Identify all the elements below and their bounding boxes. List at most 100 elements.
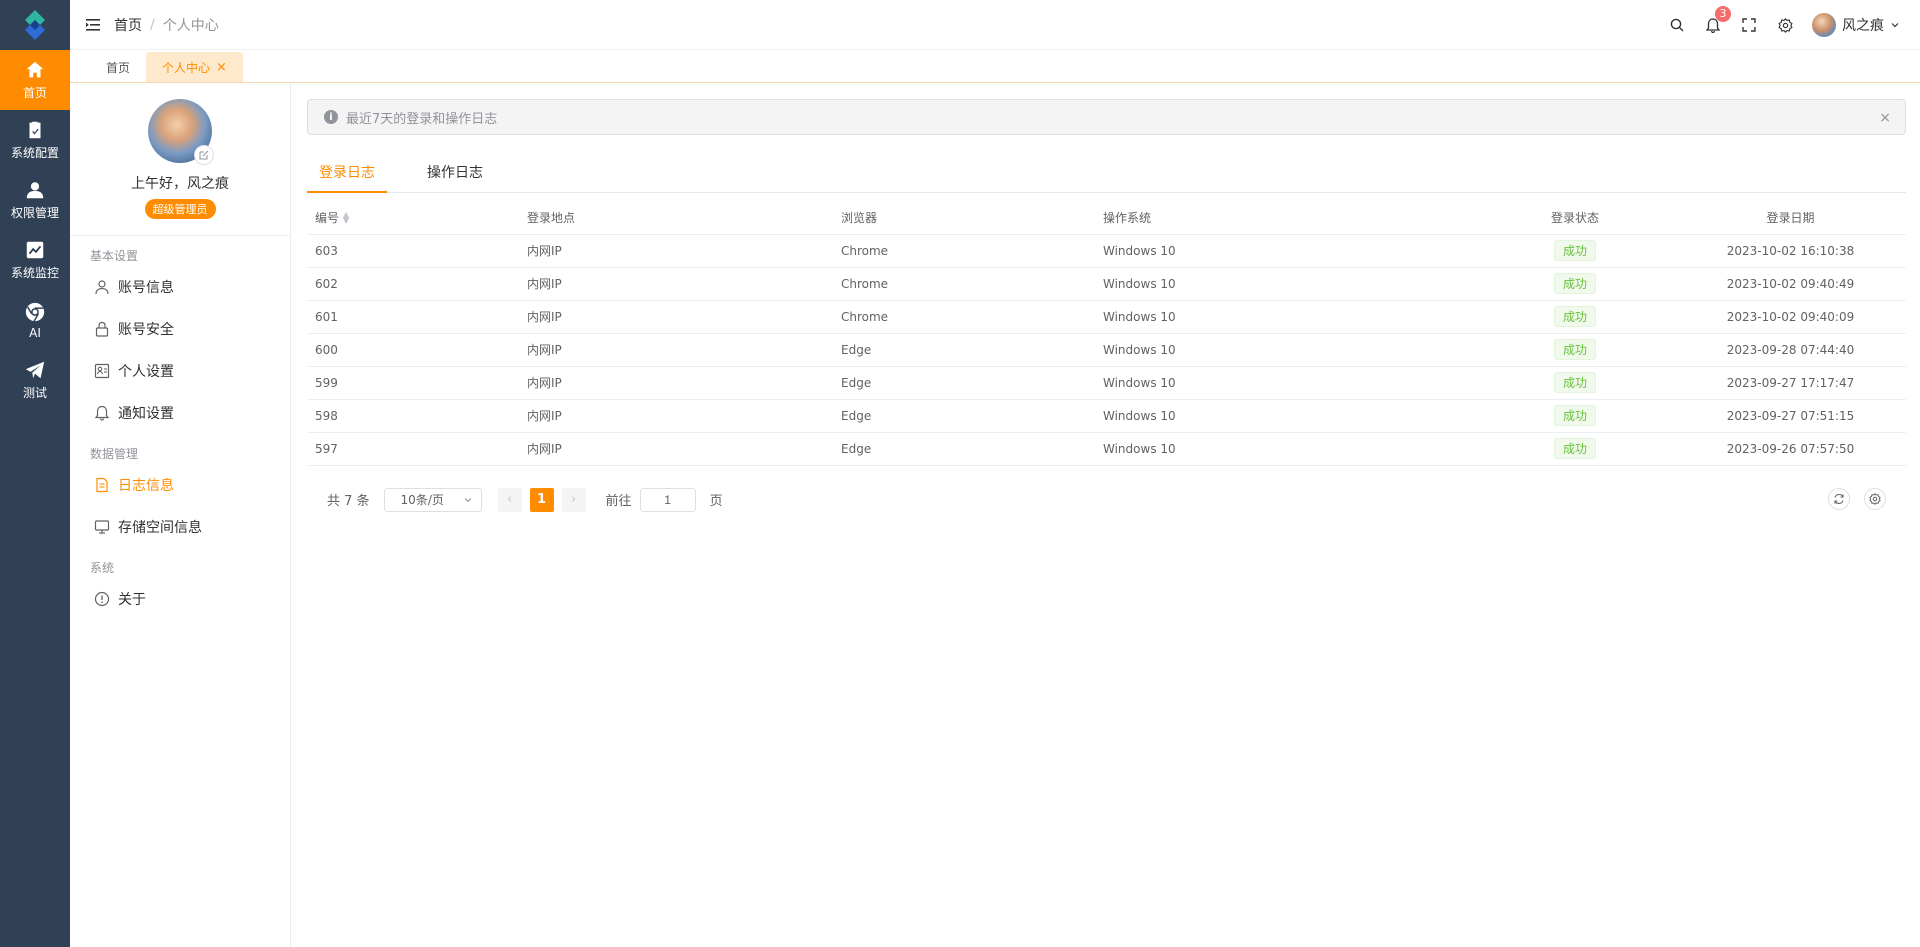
column-header-id[interactable]: 编号 ▲ ▼ xyxy=(307,201,519,235)
nav-item-label: 系统监控 xyxy=(10,266,59,280)
column-header-date: 登录日期 xyxy=(1675,201,1906,235)
page-unit-label: 页 xyxy=(709,494,723,509)
edit-icon xyxy=(199,150,209,160)
menu-fold-icon xyxy=(86,18,100,31)
table-row: 597 内网IP Edge Windows 10 成功 2023-09-26 0… xyxy=(307,432,1906,466)
prev-page-button[interactable]: ‹ xyxy=(497,487,522,512)
notification-button[interactable]: 3 xyxy=(1704,6,1731,34)
page-size-select[interactable]: 10条/页 xyxy=(383,487,482,512)
cell-browser: Edge xyxy=(833,399,1095,433)
sort-icon[interactable]: ▲ ▼ xyxy=(343,211,349,225)
group-system: 系统 xyxy=(90,561,115,575)
nav-item-permission[interactable]: 权限管理 xyxy=(0,170,70,230)
cell-browser: Chrome xyxy=(833,300,1095,334)
menu-label: 日志信息 xyxy=(118,478,174,494)
breadcrumb-separator: / xyxy=(150,16,155,33)
app-logo[interactable] xyxy=(0,0,70,50)
table-row: 600 内网IP Edge Windows 10 成功 2023-09-28 0… xyxy=(307,333,1906,367)
user-menu[interactable]: 风之痕 xyxy=(1812,13,1900,37)
gear-icon xyxy=(1777,17,1793,33)
nav-item-ai[interactable]: AI xyxy=(0,290,70,350)
menu-label: 账号信息 xyxy=(118,280,174,296)
clipboard-icon xyxy=(29,121,41,139)
next-page-button[interactable]: › xyxy=(561,487,586,512)
cell-location: 内网IP xyxy=(519,333,833,367)
cell-id: 597 xyxy=(307,432,519,466)
chevron-right-icon: › xyxy=(570,492,577,507)
nav-item-test[interactable]: 测试 xyxy=(0,350,70,410)
status-badge: 成功 xyxy=(1553,273,1596,294)
fullscreen-icon xyxy=(1742,18,1756,32)
page-number-button[interactable]: 1 xyxy=(529,487,554,512)
info-icon: i xyxy=(324,110,338,124)
tab-operation-log[interactable]: 操作日志 xyxy=(415,153,495,193)
menu-account-info[interactable]: 账号信息 xyxy=(70,266,290,308)
cell-os: Windows 10 xyxy=(1095,333,1475,367)
cell-location: 内网IP xyxy=(519,234,833,268)
menu-storage-info[interactable]: 存储空间信息 xyxy=(70,506,290,548)
cell-os: Windows 10 xyxy=(1095,432,1475,466)
tag-home[interactable]: 首页 xyxy=(90,52,146,82)
send-icon xyxy=(25,361,45,379)
gear-icon xyxy=(1869,492,1881,505)
refresh-button[interactable] xyxy=(1828,487,1850,510)
alert-close-icon[interactable]: × xyxy=(1879,110,1891,126)
edit-avatar-button[interactable] xyxy=(194,145,214,165)
cell-location: 内网IP xyxy=(519,399,833,433)
cell-id: 598 xyxy=(307,399,519,433)
search-button[interactable] xyxy=(1668,16,1686,34)
cell-id: 600 xyxy=(307,333,519,367)
menu-log-info[interactable]: 日志信息 xyxy=(70,464,290,506)
table-tools xyxy=(1828,487,1886,510)
goto-page-input[interactable] xyxy=(639,487,696,512)
nav-item-label: AI xyxy=(29,325,41,340)
tag-close-icon[interactable]: × xyxy=(216,60,227,75)
status-badge: 成功 xyxy=(1553,240,1596,261)
user-icon xyxy=(95,280,109,295)
cell-date: 2023-09-28 07:44:40 xyxy=(1675,333,1906,367)
settings-button[interactable] xyxy=(1776,16,1794,34)
table-row: 599 内网IP Edge Windows 10 成功 2023-09-27 1… xyxy=(307,366,1906,400)
nav-item-label: 权限管理 xyxy=(10,206,59,220)
table-row: 603 内网IP Chrome Windows 10 成功 2023-10-02… xyxy=(307,234,1906,268)
menu-label: 通知设置 xyxy=(118,406,174,422)
breadcrumb-home[interactable]: 首页 xyxy=(114,15,142,35)
cell-browser: Edge xyxy=(833,366,1095,400)
menu-personal-settings[interactable]: 个人设置 xyxy=(70,350,290,392)
cell-date: 2023-09-26 07:57:50 xyxy=(1675,432,1906,466)
chevron-left-icon: ‹ xyxy=(506,492,513,507)
info-circle-icon xyxy=(94,591,110,607)
cell-id: 601 xyxy=(307,300,519,334)
table-settings-button[interactable] xyxy=(1864,487,1886,510)
page-size-value: 10条/页 xyxy=(400,493,444,507)
cell-browser: Chrome xyxy=(833,234,1095,268)
cell-date: 2023-10-02 09:40:09 xyxy=(1675,300,1906,334)
profile-panel: 上午好，风之痕 超级管理员 基本设置 账号信息 账号安全 个人设置 通知设置 数… xyxy=(70,83,291,947)
menu-about[interactable]: 关于 xyxy=(70,578,290,620)
status-badge: 成功 xyxy=(1553,306,1596,327)
cell-browser: Edge xyxy=(833,333,1095,367)
fullscreen-button[interactable] xyxy=(1740,16,1758,34)
status-badge: 成功 xyxy=(1553,339,1596,360)
chevron-down-icon xyxy=(464,497,471,502)
nav-item-home[interactable]: 首页 xyxy=(0,50,70,110)
tab-login-log[interactable]: 登录日志 xyxy=(307,153,387,193)
profile-avatar xyxy=(148,99,214,165)
menu-fold-button[interactable] xyxy=(82,14,104,36)
nav-item-label: 测试 xyxy=(22,386,47,400)
avatar xyxy=(1812,13,1836,37)
nav-item-system-config[interactable]: 系统配置 xyxy=(0,110,70,170)
search-icon xyxy=(1670,18,1684,32)
menu-notify-settings[interactable]: 通知设置 xyxy=(70,392,290,434)
menu-account-security[interactable]: 账号安全 xyxy=(70,308,290,350)
tag-label: 首页 xyxy=(106,60,131,75)
tag-personal-center[interactable]: 个人中心 × xyxy=(146,52,243,82)
table-row: 601 内网IP Chrome Windows 10 成功 2023-10-02… xyxy=(307,300,1906,334)
cell-date: 2023-09-27 17:17:47 xyxy=(1675,366,1906,400)
group-basic-settings: 基本设置 xyxy=(90,249,139,263)
table-row: 598 内网IP Edge Windows 10 成功 2023-09-27 0… xyxy=(307,399,1906,433)
menu-label: 关于 xyxy=(118,592,146,608)
notification-badge: 3 xyxy=(1715,6,1731,22)
table-row: 602 内网IP Chrome Windows 10 成功 2023-10-02… xyxy=(307,267,1906,301)
nav-item-monitor[interactable]: 系统监控 xyxy=(0,230,70,290)
